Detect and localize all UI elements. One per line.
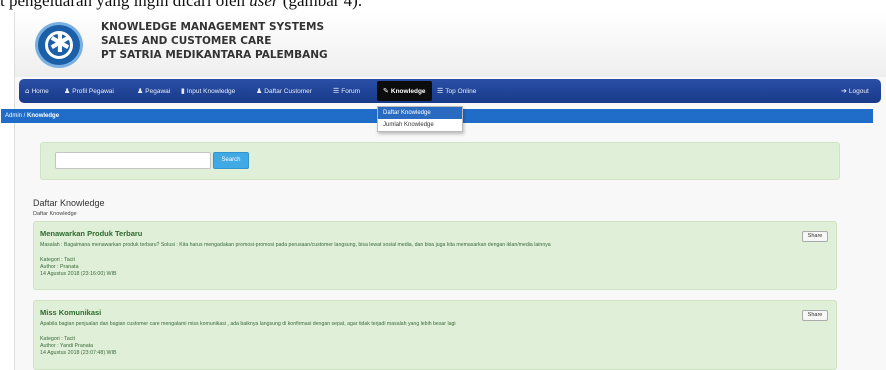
card-text: Masalah : Bagaimana menawarkan produk te… [40,242,551,248]
title-line-3: PT SATRIA MEDIKANTARA PALEMBANG [101,49,328,61]
section-title: Daftar Knowledge [33,198,105,208]
doc-italic: user [249,0,279,10]
browser-frame: ✱ KNOWLEDGE MANAGEMENT SYSTEMS SALES AND… [1,12,886,370]
title-line-2: SALES AND CUSTOMER CARE [101,35,272,47]
nav-profil-pegawai[interactable]: ♟ Profil Pegawai [64,79,114,103]
nav-knowledge[interactable]: ✎ Knowledge [377,81,432,101]
search-button[interactable]: Search [213,152,249,169]
knowledge-card: Miss Komunikasi Apabila bagian penjualan… [33,300,837,370]
card-text: Apabila bagian penjualan dan bagian cust… [40,321,456,327]
card-title[interactable]: Menawarkan Produk Terbaru [40,229,142,238]
breadcrumb-current: Knowledge [27,113,60,119]
title-line-1: KNOWLEDGE MANAGEMENT SYSTEMS [101,21,325,33]
star-of-life-logo: ✱ [35,22,83,68]
main-navbar: ⌂ Home ♟ Profil Pegawai ♟ Pegawai ▮ Input Kn… [19,79,881,103]
share-button[interactable]: Share [802,231,828,242]
nav-home[interactable]: ⌂ Home [25,79,49,103]
nav-forum[interactable]: ☰ Forum [333,79,360,103]
dropdown-jumlah-knowledge[interactable]: Jumlah Knowledge [378,119,462,131]
knowledge-card: Menawarkan Produk Terbaru Masalah : Baga… [33,221,837,290]
home-icon: ⌂ [25,87,30,95]
document-text-strip: t pengeluaran yang ingin dicari oleh use… [0,0,886,12]
doc-tail: (gambar 4). [282,0,363,10]
card-title[interactable]: Miss Komunikasi [40,308,101,317]
card-kategori: Kategori : Tacit [40,336,75,342]
search-panel: Search [40,142,840,180]
logout-icon: ➔ [841,87,847,95]
section-subtitle: Daftar Knowledge [33,211,77,217]
nav-top-online[interactable]: ☰ Top Online [437,79,476,103]
list-icon: ☰ [437,87,444,95]
card-meta: Kategori : Tacit Author : Pranata 14 Agu… [40,257,117,278]
user-icon: ♟ [137,87,144,95]
card-date: 14 Agustus 2018 (23:16:00) WIB [40,271,117,277]
knowledge-dropdown: Daftar Knowledge Jumlah Knowledge [377,106,463,132]
nav-logout[interactable]: ➔ Logout [841,79,869,103]
card-date: 14 Agustus 2018 (23:07:48) WIB [40,350,117,356]
dropdown-daftar-knowledge[interactable]: Daftar Knowledge [378,107,462,119]
card-author: Author : Yandi Pranata [40,343,94,349]
search-input[interactable] [55,152,211,169]
site-title: KNOWLEDGE MANAGEMENT SYSTEMS SALES AND C… [101,20,328,62]
card-meta: Kategori : Tacit Author : Yandi Pranata … [40,336,117,357]
list-icon: ☰ [333,87,340,95]
site-header: ✱ KNOWLEDGE MANAGEMENT SYSTEMS SALES AND… [15,12,886,77]
breadcrumb-root[interactable]: Admin [5,113,22,119]
doc-text: t pengeluaran yang ingin dicari oleh [0,0,245,10]
user-icon: ♟ [64,87,71,95]
nav-input-knowledge[interactable]: ▮ Input Knowledge [181,79,235,103]
book-icon: ▮ [181,87,185,95]
card-author: Author : Pranata [40,264,79,270]
share-button[interactable]: Share [802,310,828,321]
pen-icon: ✎ [383,87,389,95]
user-icon: ♟ [256,87,263,95]
card-kategori: Kategori : Tacit [40,257,75,263]
nav-pegawai[interactable]: ♟ Pegawai [137,79,170,103]
nav-daftar-customer[interactable]: ♟ Daftar Customer [256,79,312,103]
